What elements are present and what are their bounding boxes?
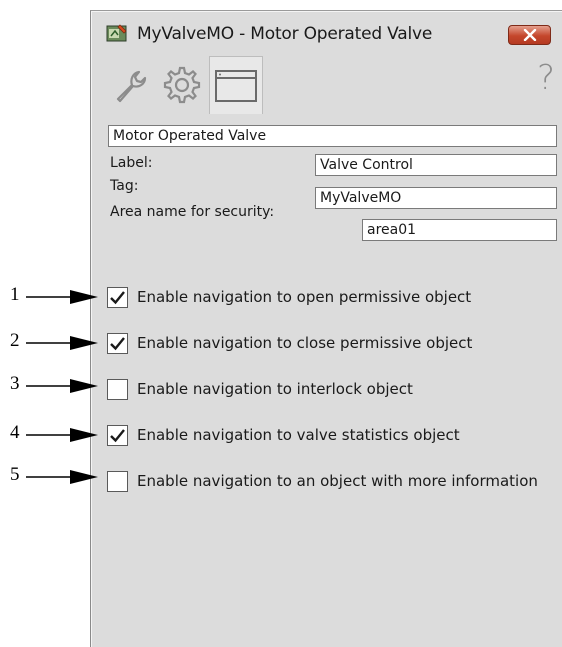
gear-icon (163, 66, 201, 104)
arrow-icon (26, 336, 98, 350)
nav-option-more-information[interactable]: Enable navigation to an object with more… (107, 470, 538, 492)
area-caption: Area name for security: (110, 204, 275, 220)
callout-3: 3 (0, 373, 110, 397)
close-button[interactable] (508, 25, 551, 45)
option-label: Enable navigation to an object with more… (137, 472, 538, 490)
tag-caption: Tag: (110, 178, 139, 194)
arrow-icon (26, 470, 98, 484)
callout-number: 4 (10, 422, 20, 443)
callout-number: 2 (10, 330, 20, 351)
arrow-icon (26, 290, 98, 304)
label-caption: Label: (110, 155, 153, 171)
option-label: Enable navigation to open permissive obj… (137, 288, 472, 306)
nav-option-open-permissive[interactable]: Enable navigation to open permissive obj… (107, 286, 471, 308)
checkbox[interactable] (107, 286, 128, 308)
title-bar: MyValveMO - Motor Operated Valve (91, 11, 562, 55)
window-title: MyValveMO - Motor Operated Valve (137, 24, 433, 44)
description-field[interactable]: Motor Operated Valve (108, 125, 557, 147)
window-icon (215, 69, 257, 102)
tag-field[interactable]: MyValveMO (315, 187, 557, 209)
option-label: Enable navigation to close permissive ob… (137, 334, 473, 352)
checkbox[interactable] (107, 378, 128, 400)
option-label: Enable navigation to valve statistics ob… (137, 426, 460, 444)
arrow-icon (26, 428, 98, 442)
checkmark-icon (110, 428, 125, 442)
checkbox[interactable] (107, 332, 128, 354)
nav-option-valve-statistics[interactable]: Enable navigation to valve statistics ob… (107, 424, 460, 446)
callout-number: 3 (10, 373, 20, 394)
close-icon (523, 29, 536, 41)
tab-configuration[interactable] (209, 56, 263, 114)
tab-engineering[interactable] (157, 56, 207, 114)
app-icon (106, 23, 128, 43)
callout-4: 4 (0, 422, 110, 446)
area-field[interactable]: area01 (362, 219, 557, 241)
callout-5: 5 (0, 464, 110, 488)
faceplate-window: MyValveMO - Motor Operated Valve ? Motor… (90, 10, 562, 647)
wrench-icon (116, 70, 147, 103)
checkbox[interactable] (107, 424, 128, 446)
nav-option-close-permissive[interactable]: Enable navigation to close permissive ob… (107, 332, 472, 354)
nav-option-interlock[interactable]: Enable navigation to interlock object (107, 378, 413, 400)
checkmark-icon (110, 290, 125, 304)
callout-1: 1 (0, 284, 110, 308)
callout-number: 1 (10, 284, 20, 305)
toolbar: ? (105, 56, 561, 116)
help-icon[interactable]: ? (537, 58, 555, 98)
callout-2: 2 (0, 330, 110, 354)
arrow-icon (26, 379, 98, 393)
checkmark-icon (110, 336, 125, 350)
callout-number: 5 (10, 464, 20, 485)
checkbox[interactable] (107, 470, 128, 492)
tab-maintenance[interactable] (105, 56, 155, 114)
label-field[interactable]: Valve Control (315, 154, 557, 176)
option-label: Enable navigation to interlock object (137, 380, 413, 398)
